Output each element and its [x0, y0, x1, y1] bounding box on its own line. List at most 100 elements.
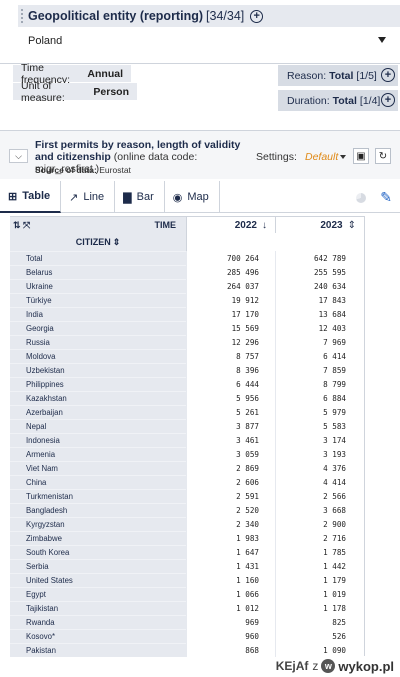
row-label[interactable]: Egypt: [10, 587, 186, 601]
swap-axes-icon[interactable]: ⇅ ⤧: [13, 220, 30, 231]
table-row: Kyrgyzstan 2 340 2 900: [10, 517, 364, 531]
tab-table[interactable]: ⊞ Table: [0, 181, 62, 213]
table-header-stub: ⇅ ⤧ TIME: [10, 217, 186, 233]
row-label[interactable]: Russia: [10, 335, 186, 349]
cell-2022: 2 869: [186, 461, 275, 475]
reason-filter[interactable]: Reason: Total [1/5] +: [278, 65, 398, 86]
cell-2023: 1 785: [275, 545, 364, 559]
cell-2023: 1 442: [275, 559, 364, 573]
row-label[interactable]: Turkmenistan: [10, 489, 186, 503]
cell-2023: 3 668: [275, 503, 364, 517]
row-label[interactable]: Armenia: [10, 447, 186, 461]
drag-handle-icon[interactable]: [20, 8, 24, 24]
geo-filter-title: Geopolitical entity (reporting): [28, 9, 204, 23]
cell-2023: 642 789: [275, 251, 364, 265]
pie-chart-icon[interactable]: [356, 192, 367, 203]
pencil-icon[interactable]: ✎: [380, 189, 392, 206]
row-label[interactable]: Ukraine: [10, 279, 186, 293]
row-label[interactable]: United States: [10, 573, 186, 587]
table-row: Viet Nam 2 869 4 376: [10, 461, 364, 475]
row-label[interactable]: Moldova: [10, 349, 186, 363]
column-header-2023[interactable]: 2023 ⇕: [275, 217, 364, 233]
tab-tools: ✎: [356, 189, 392, 206]
tab-map[interactable]: ◉ Map: [165, 181, 220, 213]
watermark-user: KEjAf: [275, 659, 309, 673]
cell-2023: 3 174: [275, 433, 364, 447]
row-label[interactable]: Bangladesh: [10, 503, 186, 517]
cell-2023: 6 414: [275, 349, 364, 363]
cell-2023: 12 403: [275, 321, 364, 335]
row-label[interactable]: China: [10, 475, 186, 489]
table-row: Armenia 3 059 3 193: [10, 447, 364, 461]
row-label[interactable]: Kazakhstan: [10, 391, 186, 405]
duration-count: [1/4]: [359, 94, 381, 107]
cell-2023: 1 179: [275, 573, 364, 587]
cell-2023: 17 843: [275, 293, 364, 307]
cell-2022: 3 461: [186, 433, 275, 447]
cell-2022: 1 983: [186, 531, 275, 545]
row-label[interactable]: Nepal: [10, 419, 186, 433]
row-label[interactable]: Azerbaijan: [10, 405, 186, 419]
watermark: KEjAf z w wykop.pl: [276, 656, 394, 676]
row-label[interactable]: Rwanda: [10, 615, 186, 629]
cell-2022: 285 496: [186, 265, 275, 279]
row-label[interactable]: Zimbabwe: [10, 531, 186, 545]
sort-desc-icon[interactable]: ↓: [262, 220, 267, 231]
column-header-2022[interactable]: 2022 ↓: [186, 217, 275, 233]
sort-icon[interactable]: ⇕: [113, 237, 121, 248]
dataset-source: Source of data: Eurostat: [35, 165, 131, 175]
cell-2023: 13 684: [275, 307, 364, 321]
cell-2022: 5 956: [186, 391, 275, 405]
cell-2022: 3 059: [186, 447, 275, 461]
row-label[interactable]: Pakistan: [10, 643, 186, 657]
save-icon[interactable]: ▣: [353, 148, 369, 164]
row-label[interactable]: Türkiye: [10, 293, 186, 307]
cell-2023: 5 979: [275, 405, 364, 419]
row-label[interactable]: Uzbekistan: [10, 363, 186, 377]
table-row: Türkiye 19 912 17 843: [10, 293, 364, 307]
citizen-header[interactable]: CITIZEN ⇕: [10, 233, 186, 251]
row-label[interactable]: Kosovo*: [10, 629, 186, 643]
row-label[interactable]: India: [10, 307, 186, 321]
cell-2022: 1 431: [186, 559, 275, 573]
line-chart-icon: ↗: [69, 191, 79, 204]
caret-down-icon[interactable]: [340, 155, 346, 159]
table-body: Total 700 264 642 789 Belarus 285 496 255 595…: [10, 251, 364, 657]
sort-icon[interactable]: ⇕: [348, 220, 356, 231]
add-circle-icon[interactable]: +: [250, 9, 264, 23]
row-label[interactable]: Belarus: [10, 265, 186, 279]
row-label[interactable]: Philippines: [10, 377, 186, 391]
geo-filter-header[interactable]: Geopolitical entity (reporting) [34/34] …: [18, 5, 400, 27]
row-label[interactable]: South Korea: [10, 545, 186, 559]
row-label[interactable]: Serbia: [10, 559, 186, 573]
cell-2023: 1 090: [275, 643, 364, 657]
add-circle-icon[interactable]: +: [381, 68, 395, 82]
row-label[interactable]: Indonesia: [10, 433, 186, 447]
unit-label: Unit of measure:: [21, 79, 65, 104]
row-label[interactable]: Kyrgyzstan: [10, 517, 186, 531]
settings-select[interactable]: Default: [305, 151, 338, 163]
geo-select[interactable]: Poland: [18, 27, 400, 55]
table-row: Indonesia 3 461 3 174: [10, 433, 364, 447]
row-label[interactable]: Georgia: [10, 321, 186, 335]
tab-line[interactable]: ↗ Line: [61, 181, 116, 213]
refresh-icon[interactable]: ↻: [375, 148, 391, 164]
row-label[interactable]: Tajikistan: [10, 601, 186, 615]
table-row: Ukraine 264 037 240 634: [10, 279, 364, 293]
tab-bar[interactable]: ▇ Bar: [115, 181, 165, 213]
duration-filter[interactable]: Duration: Total [1/4] +: [278, 90, 398, 111]
caret-down-icon[interactable]: [378, 37, 386, 43]
chevron-down-icon[interactable]: ⌵: [9, 149, 28, 163]
table-subheader-row: CITIZEN ⇕: [10, 233, 364, 251]
cell-2022: 2 606: [186, 475, 275, 489]
cell-2022: 2 340: [186, 517, 275, 531]
cell-2022: 19 912: [186, 293, 275, 307]
cell-2023: 1 019: [275, 587, 364, 601]
add-circle-icon[interactable]: +: [381, 93, 395, 107]
wykop-logo-icon: w: [321, 659, 336, 673]
cell-2022: 700 264: [186, 251, 275, 265]
row-label[interactable]: Total: [10, 251, 186, 265]
table-row: India 17 170 13 684: [10, 307, 364, 321]
row-label[interactable]: Viet Nam: [10, 461, 186, 475]
time-frequency-value: Annual: [87, 67, 123, 80]
